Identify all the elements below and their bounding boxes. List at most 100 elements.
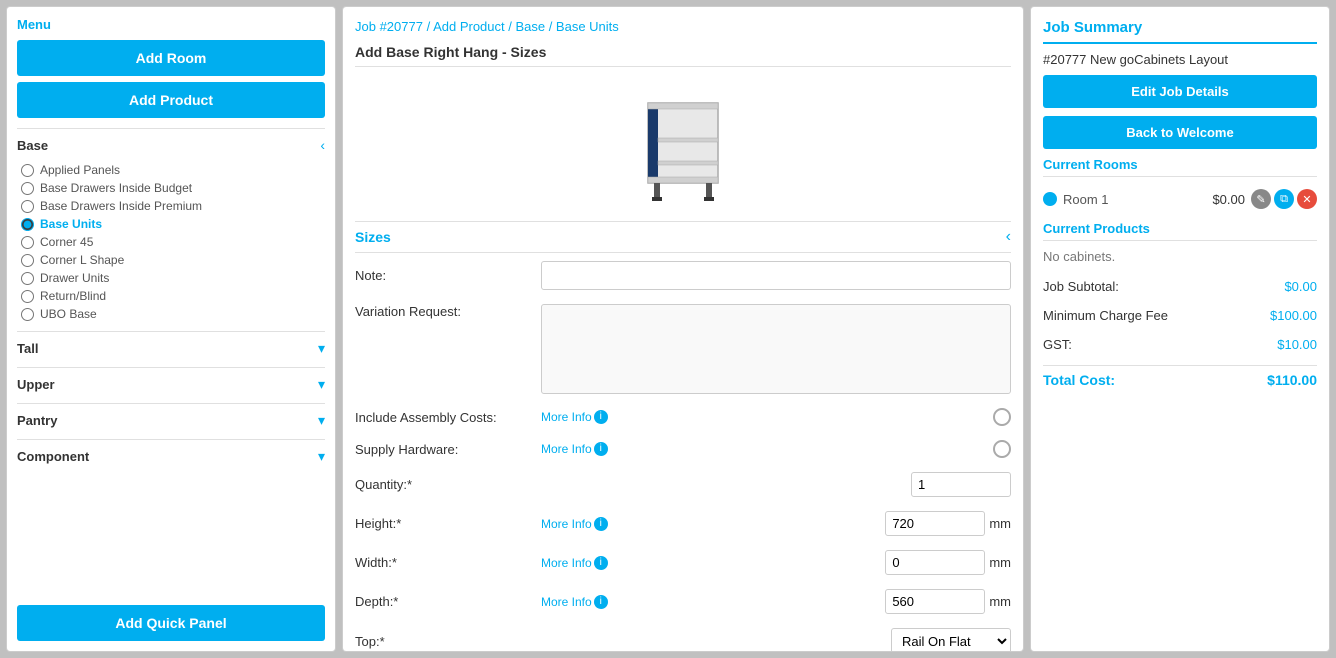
supply-more-info[interactable]: More Info i <box>541 442 608 456</box>
upper-chevron-icon: ▾ <box>318 376 325 393</box>
list-item[interactable]: Base Drawers Inside Budget <box>21 181 325 195</box>
corner-45-radio[interactable] <box>21 236 34 249</box>
component-chevron-icon: ▾ <box>318 448 325 465</box>
list-item[interactable]: Corner 45 <box>21 235 325 249</box>
list-item[interactable]: Drawer Units <box>21 271 325 285</box>
drawer-units-radio[interactable] <box>21 272 34 285</box>
total-value: $110.00 <box>1267 372 1317 388</box>
height-more-info-text: More Info <box>541 517 592 531</box>
tall-section-title: Tall <box>17 341 38 356</box>
back-to-welcome-button[interactable]: Back to Welcome <box>1043 116 1317 149</box>
list-item[interactable]: Corner L Shape <box>21 253 325 267</box>
room-actions: ✎ ⧉ ✕ <box>1251 189 1317 209</box>
base-section-title: Base <box>17 138 48 153</box>
height-input-group: mm <box>885 511 1011 536</box>
width-more-info-text: More Info <box>541 556 592 570</box>
base-drawers-premium-radio[interactable] <box>21 200 34 213</box>
add-product-button[interactable]: Add Product <box>17 82 325 118</box>
height-more-info[interactable]: More Info i <box>541 517 608 531</box>
supply-radio-circle[interactable] <box>993 440 1011 458</box>
room-copy-button[interactable]: ⧉ <box>1274 189 1294 209</box>
job-number-label: #20777 New goCabinets Layout <box>1043 52 1317 67</box>
base-drawers-budget-radio[interactable] <box>21 182 34 195</box>
height-unit-label: mm <box>989 516 1011 531</box>
job-summary-title: Job Summary <box>1043 19 1317 44</box>
height-row: Height:* More Info i mm <box>355 511 1011 536</box>
depth-label: Depth:* <box>355 594 535 609</box>
list-item[interactable]: Base Drawers Inside Premium <box>21 199 325 213</box>
ubo-base-label: UBO Base <box>40 307 97 321</box>
width-unit-label: mm <box>989 555 1011 570</box>
top-select[interactable]: Rail On Flat Solid Top No Top <box>891 628 1011 652</box>
top-row: Top:* Rail On Flat Solid Top No Top <box>355 628 1011 652</box>
corner-l-shape-radio[interactable] <box>21 254 34 267</box>
quantity-label: Quantity:* <box>355 477 535 492</box>
supply-more-info-text: More Info <box>541 442 592 456</box>
supply-info-icon: i <box>594 442 608 456</box>
return-blind-radio[interactable] <box>21 290 34 303</box>
top-label: Top:* <box>355 634 535 649</box>
note-input[interactable] <box>541 261 1011 290</box>
component-section-title: Component <box>17 449 89 464</box>
note-label: Note: <box>355 268 535 283</box>
depth-row: Depth:* More Info i mm <box>355 589 1011 614</box>
base-units-label: Base Units <box>40 217 102 231</box>
list-item[interactable]: Return/Blind <box>21 289 325 303</box>
list-item[interactable]: Base Units <box>21 217 325 231</box>
variation-textarea[interactable] <box>541 304 1011 394</box>
room-delete-button[interactable]: ✕ <box>1297 189 1317 209</box>
depth-more-info-text: More Info <box>541 595 592 609</box>
base-section-header[interactable]: Base ‹ <box>17 128 325 153</box>
room-row: Room 1 $0.00 ✎ ⧉ ✕ <box>1043 185 1317 213</box>
upper-section-header[interactable]: Upper ▾ <box>17 367 325 393</box>
depth-info-icon: i <box>594 595 608 609</box>
add-room-button[interactable]: Add Room <box>17 40 325 76</box>
current-products-title: Current Products <box>1043 221 1317 241</box>
base-units-radio[interactable] <box>21 218 34 231</box>
applied-panels-label: Applied Panels <box>40 163 120 177</box>
pantry-section-header[interactable]: Pantry ▾ <box>17 403 325 429</box>
base-chevron-icon: ‹ <box>320 137 325 153</box>
list-item[interactable]: Applied Panels <box>21 163 325 177</box>
assembly-more-info[interactable]: More Info i <box>541 410 608 424</box>
left-panel: Menu Add Room Add Product Base ‹ Applied… <box>6 6 336 652</box>
width-more-info[interactable]: More Info i <box>541 556 608 570</box>
depth-input-group: mm <box>885 589 1011 614</box>
assembly-label: Include Assembly Costs: <box>355 410 535 425</box>
middle-panel: Job #20777 / Add Product / Base / Base U… <box>342 6 1024 652</box>
gst-value: $10.00 <box>1277 337 1317 352</box>
add-quick-panel-button[interactable]: Add Quick Panel <box>17 605 325 641</box>
width-input[interactable] <box>885 550 985 575</box>
depth-input[interactable] <box>885 589 985 614</box>
tall-chevron-icon: ▾ <box>318 340 325 357</box>
component-section-header[interactable]: Component ▾ <box>17 439 325 465</box>
breadcrumb: Job #20777 / Add Product / Base / Base U… <box>355 19 1011 34</box>
cabinet-preview <box>355 83 1011 213</box>
tall-section-header[interactable]: Tall ▾ <box>17 331 325 357</box>
min-charge-value: $100.00 <box>1270 308 1317 323</box>
ubo-base-radio[interactable] <box>21 308 34 321</box>
subtotal-label: Job Subtotal: <box>1043 279 1119 294</box>
no-cabinets-text: No cabinets. <box>1043 249 1317 264</box>
return-blind-label: Return/Blind <box>40 289 106 303</box>
sizes-section-bar: Sizes ‹ <box>355 221 1011 253</box>
base-radio-list: Applied Panels Base Drawers Inside Budge… <box>17 163 325 321</box>
quantity-input[interactable] <box>911 472 1011 497</box>
edit-job-button[interactable]: Edit Job Details <box>1043 75 1317 108</box>
subtotal-value: $0.00 <box>1284 279 1317 294</box>
assembly-more-info-text: More Info <box>541 410 592 424</box>
room-edit-button[interactable]: ✎ <box>1251 189 1271 209</box>
menu-label: Menu <box>17 17 325 32</box>
total-label: Total Cost: <box>1043 372 1115 388</box>
assembly-radio-circle[interactable] <box>993 408 1011 426</box>
note-row: Note: <box>355 261 1011 290</box>
list-item[interactable]: UBO Base <box>21 307 325 321</box>
room-name: Room 1 <box>1063 192 1212 207</box>
min-charge-row: Minimum Charge Fee $100.00 <box>1043 305 1317 326</box>
height-input[interactable] <box>885 511 985 536</box>
depth-more-info[interactable]: More Info i <box>541 595 608 609</box>
width-label: Width:* <box>355 555 535 570</box>
applied-panels-radio[interactable] <box>21 164 34 177</box>
sizes-collapse-button[interactable]: ‹ <box>1006 228 1011 246</box>
height-info-icon: i <box>594 517 608 531</box>
